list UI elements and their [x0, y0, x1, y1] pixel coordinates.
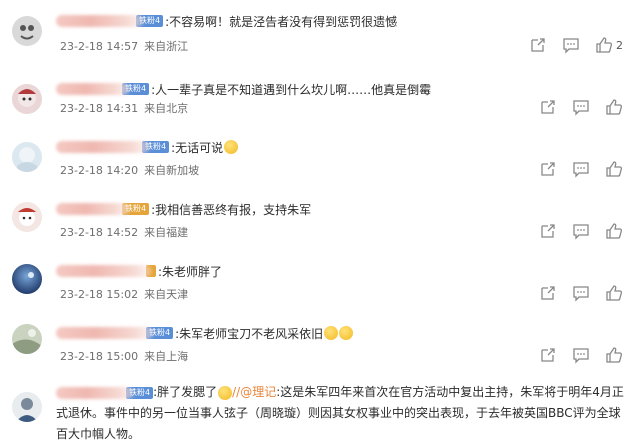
comment-text: :朱军老师宝刀不老风采依旧	[175, 326, 324, 341]
avatar[interactable]	[12, 16, 42, 46]
like-icon[interactable]	[605, 98, 623, 116]
comment-date: 23-2-18 15:02	[60, 288, 139, 301]
username-blurred[interactable]	[56, 141, 150, 153]
comment-meta: 23-2-18 15:00 来自上海	[60, 348, 188, 364]
comment-location: 来自上海	[144, 350, 189, 363]
comment-item: 铁粉4 :朱军老师宝刀不老风采依旧 23-2-18 15:00 来自上海	[0, 320, 641, 372]
comment-location: 来自浙江	[144, 40, 189, 53]
share-icon[interactable]	[529, 36, 547, 54]
comment-item: 铁粉4 :无话可说 23-2-18 14:20 来自新加坡	[0, 136, 641, 188]
emoji-icon	[324, 326, 339, 340]
comment-text-long: 铁粉4:胖了发腮了//@理记:这是朱军四年来首次在官方活动中复出主持，朱军将于明…	[56, 382, 631, 445]
like-icon[interactable]	[605, 160, 623, 178]
share-icon[interactable]	[539, 160, 557, 178]
comment-meta: 23-2-18 15:02 来自天津	[60, 286, 188, 302]
comment-date: 23-2-18 15:00	[60, 350, 139, 363]
comment-icon[interactable]	[562, 36, 580, 54]
comment-text: :胖了发腮了	[153, 385, 218, 399]
comment-location: 来自北京	[144, 102, 189, 115]
comment-item: 铁粉4 :不容易啊！就是泾告者没有得到惩罚很遗憾 23-2-18 14:57 来自…	[0, 8, 641, 60]
like-count: 2	[616, 38, 623, 52]
comment-text: :人一辈子真是不知道遇到什么坎儿啊……他真是倒霉	[151, 82, 432, 97]
avatar[interactable]	[12, 392, 42, 422]
share-icon[interactable]	[539, 98, 557, 116]
avatar[interactable]	[12, 202, 42, 232]
username-blurred[interactable]	[56, 386, 134, 399]
comment-icon[interactable]	[572, 346, 590, 364]
emoji-icon	[224, 140, 239, 154]
comment-meta: 23-2-18 14:20 来自新加坡	[60, 162, 199, 178]
username-blurred[interactable]	[56, 327, 154, 339]
share-icon[interactable]	[539, 284, 557, 302]
comment-item: 铁粉4:胖了发腮了//@理记:这是朱军四年来首次在官方活动中复出主持，朱军将于明…	[0, 382, 641, 446]
username-blurred[interactable]	[56, 203, 130, 215]
avatar[interactable]	[12, 84, 42, 114]
comment-item: :朱老师胖了 23-2-18 15:02 来自天津	[0, 260, 641, 312]
comment-date: 23-2-18 14:20	[60, 164, 139, 177]
username-blurred[interactable]	[56, 83, 130, 95]
share-icon[interactable]	[539, 222, 557, 240]
comment-meta: 23-2-18 14:57 来自浙江	[60, 38, 188, 54]
avatar[interactable]	[12, 142, 42, 172]
share-icon[interactable]	[539, 346, 557, 364]
like-icon[interactable]	[605, 284, 623, 302]
avatar[interactable]	[12, 324, 42, 354]
emoji-icon	[339, 326, 354, 340]
comment-location: 来自新加坡	[144, 164, 200, 177]
emoji-icon	[218, 385, 233, 400]
comment-meta: 23-2-18 14:52 来自福建	[60, 224, 188, 240]
avatar[interactable]	[12, 264, 42, 294]
comment-date: 23-2-18 14:57	[60, 40, 139, 53]
comment-text: :不容易啊！就是泾告者没有得到惩罚很遗憾	[165, 14, 398, 29]
comment-location: 来自天津	[144, 288, 189, 301]
comment-icon[interactable]	[572, 160, 590, 178]
comment-meta: 23-2-18 14:31 来自北京	[60, 100, 188, 116]
comment-text: :朱老师胖了	[158, 264, 223, 279]
comment-icon[interactable]	[572, 98, 590, 116]
comment-icon[interactable]	[572, 222, 590, 240]
comment-item: 铁粉4 :人一辈子真是不知道遇到什么坎儿啊……他真是倒霉 23-2-18 14:…	[0, 78, 641, 130]
comment-item: 铁粉4 :我相信善恶终有报，支持朱军 23-2-18 14:52 来自福建	[0, 198, 641, 250]
comment-icon[interactable]	[572, 284, 590, 302]
comment-date: 23-2-18 14:31	[60, 102, 139, 115]
username-blurred[interactable]	[56, 265, 152, 277]
comment-text: :我相信善恶终有报，支持朱军	[151, 202, 312, 217]
mention-link[interactable]: //@理记	[232, 385, 276, 399]
comment-date: 23-2-18 14:52	[60, 226, 139, 239]
comment-text: :无话可说	[171, 140, 224, 155]
like-icon[interactable]	[595, 36, 613, 54]
comment-location: 来自福建	[144, 226, 189, 239]
username-blurred[interactable]	[56, 15, 144, 27]
like-icon[interactable]	[605, 222, 623, 240]
like-icon[interactable]	[605, 346, 623, 364]
